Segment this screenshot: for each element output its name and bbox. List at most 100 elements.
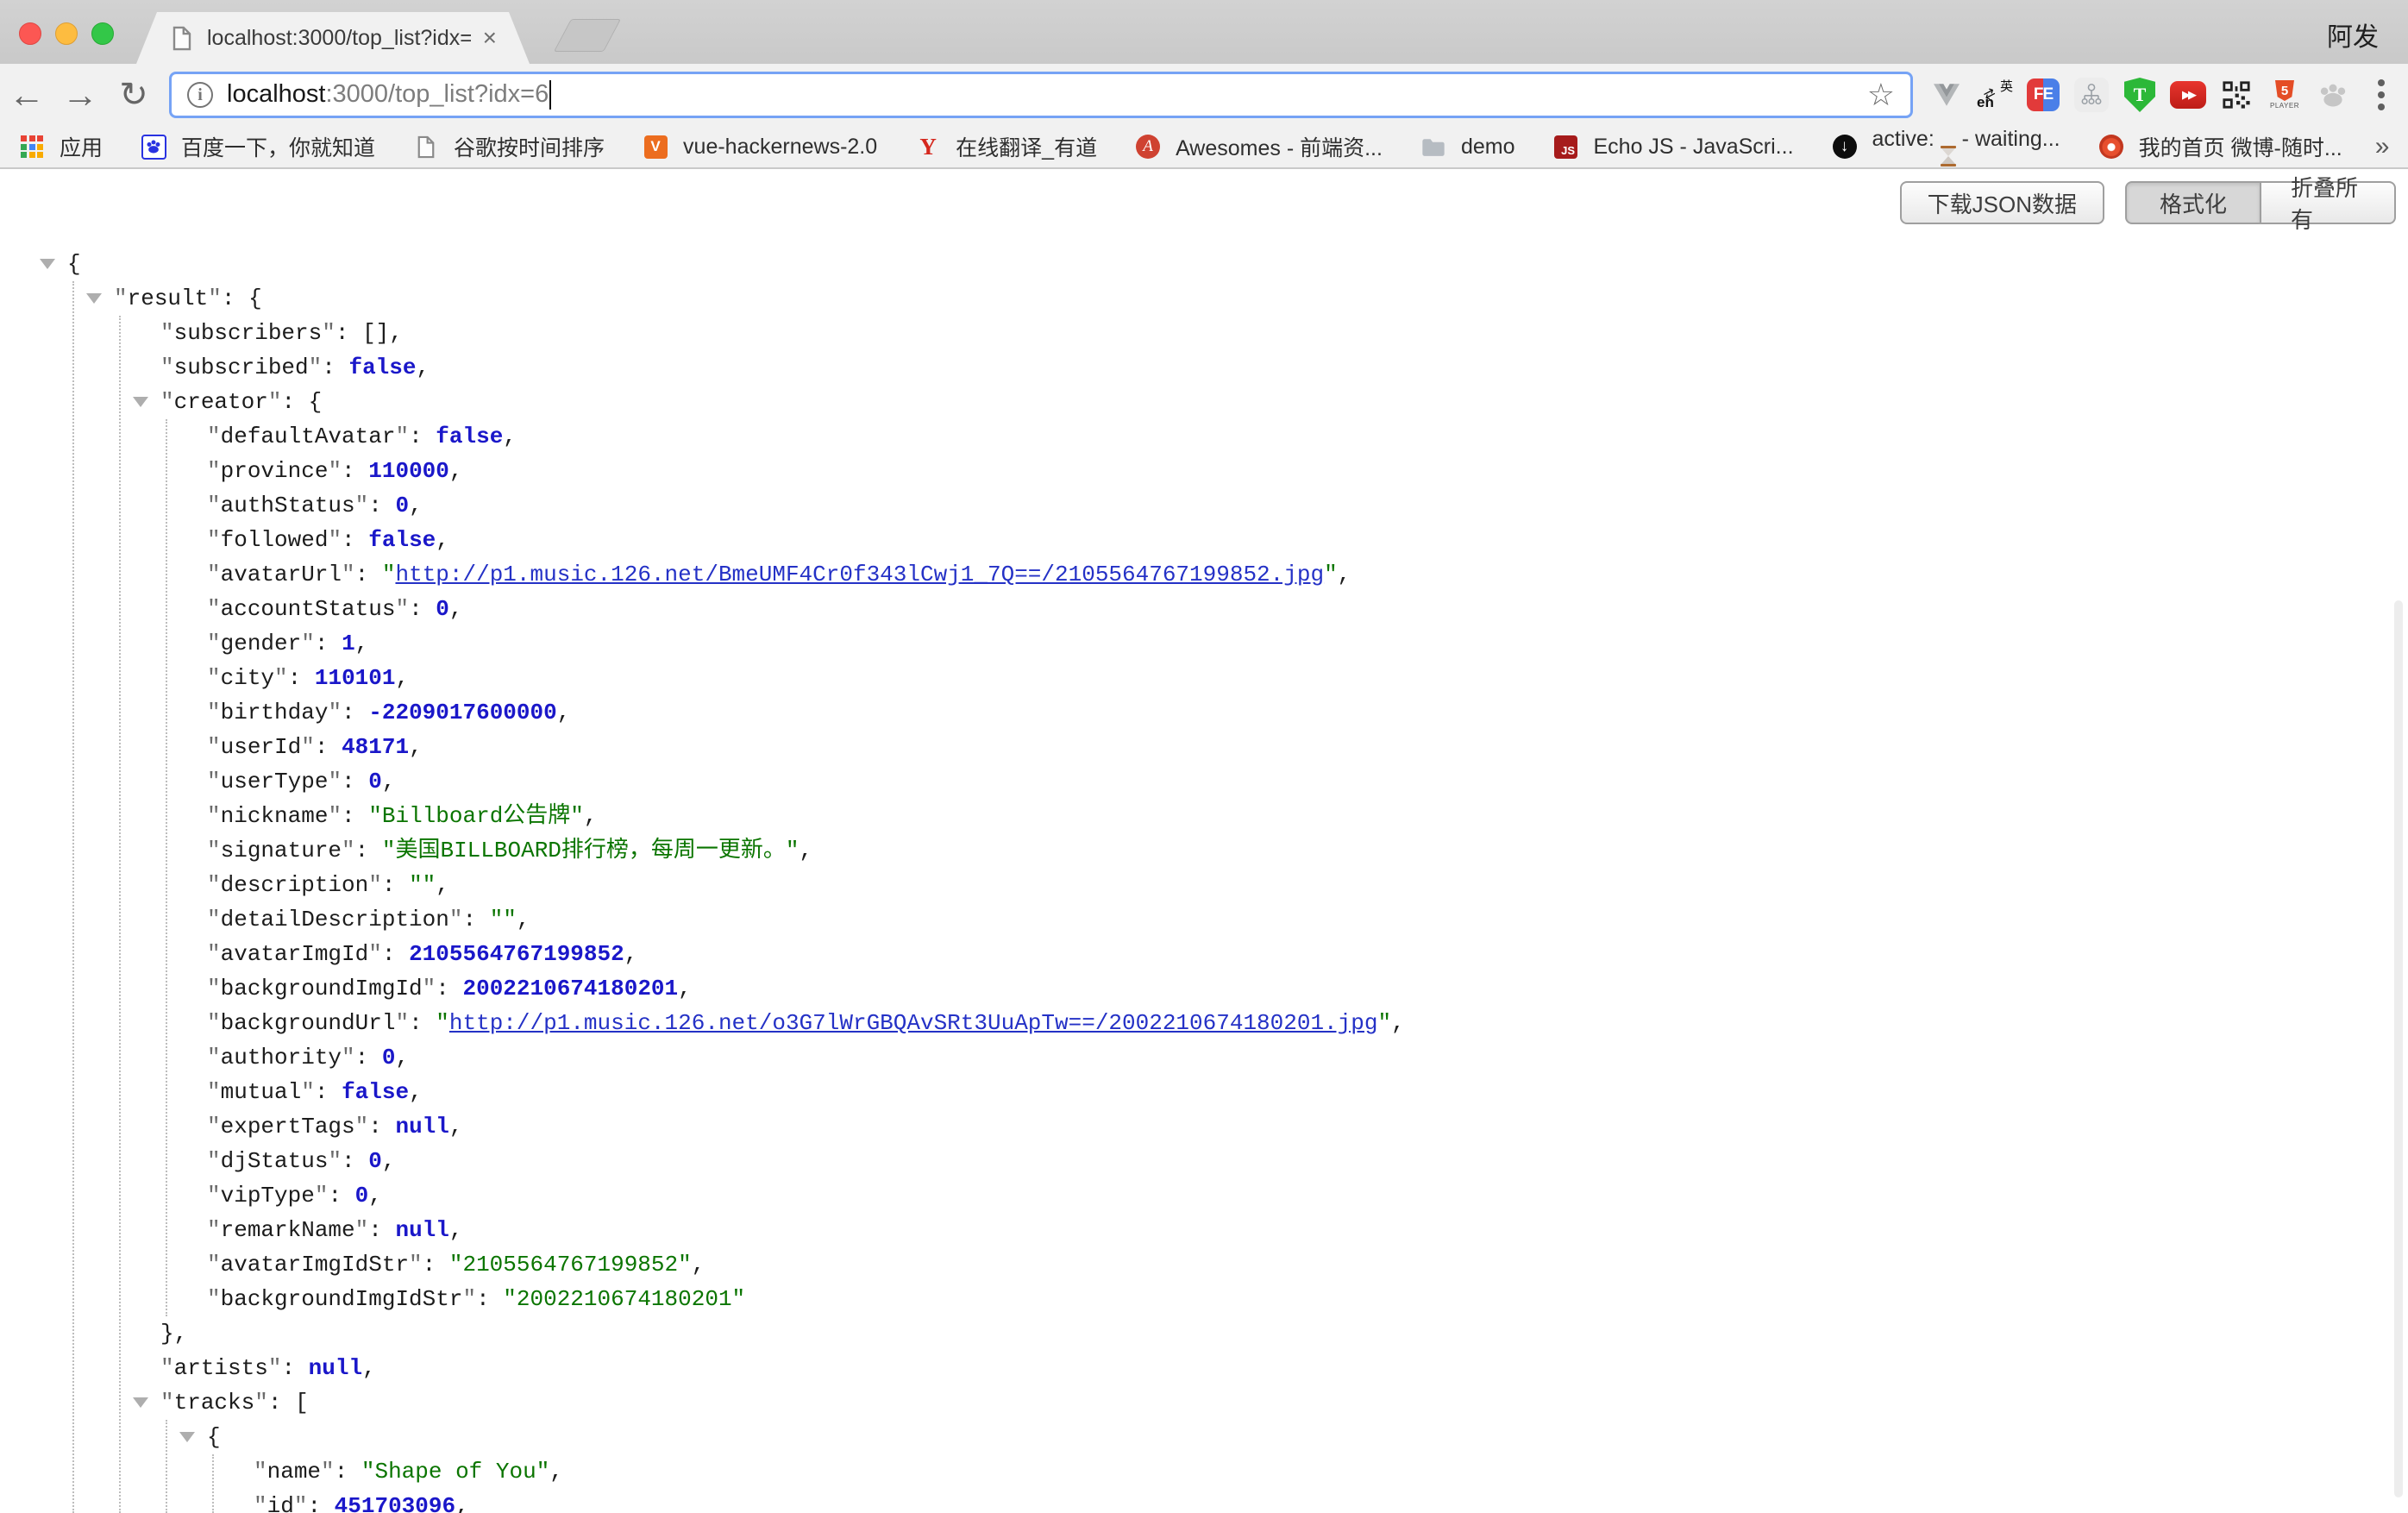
translate-icon[interactable]: en⇄英: [1977, 77, 2013, 113]
json-value: "Billboard公告牌": [368, 803, 584, 829]
bookmark-item[interactable]: Vvue-hackernews-2.0: [637, 129, 877, 165]
json-value: "美国BILLBOARD排行榜，每周一更新。": [382, 838, 800, 863]
menu-icon[interactable]: [2363, 77, 2399, 113]
json-line: "nickname": "Billboard公告牌",: [207, 799, 598, 833]
url-path: :3000/top_list?idx=6: [325, 80, 549, 108]
tab-strip: localhost:3000/top_list?idx=6 × 阿发: [0, 0, 2408, 64]
bookmark-label: 百度一下，你就知道: [181, 131, 375, 162]
json-key: remarkName: [221, 1217, 355, 1243]
bookmark-item[interactable]: JSEcho JS - JavaScri...: [1548, 129, 1794, 165]
collapse-toggle-icon[interactable]: [133, 397, 148, 407]
json-key: accountStatus: [221, 596, 396, 622]
json-line: "avatarImgIdStr": "2105564767199852",: [207, 1247, 705, 1282]
fastforward-icon[interactable]: ▶▶: [2170, 77, 2206, 113]
json-key: name: [267, 1459, 321, 1485]
tab-close-icon[interactable]: ×: [483, 26, 497, 50]
json-value: null: [309, 1355, 362, 1381]
json-key: city: [221, 665, 274, 691]
json-punctuation: {: [207, 1424, 221, 1450]
json-line: "userId": 48171,: [207, 730, 423, 764]
json-key: userType: [221, 769, 329, 794]
bookmark-item[interactable]: 我的首页 微博-随时...: [2093, 129, 2342, 165]
json-value: "2105564767199852": [449, 1252, 692, 1278]
bookmark-item[interactable]: Y在线翻译_有道: [910, 129, 1097, 165]
collapse-toggle-icon[interactable]: [133, 1397, 148, 1408]
minimize-window-button[interactable]: [55, 22, 78, 45]
collapse-toggle-icon[interactable]: [179, 1432, 195, 1442]
json-value: 0: [355, 1183, 369, 1209]
page-icon: [408, 129, 444, 165]
json-line: "followed": false,: [207, 523, 449, 557]
json-line: "backgroundImgIdStr": "2002210674180201": [207, 1282, 745, 1316]
json-key: userId: [221, 734, 302, 760]
json-line: {: [207, 1420, 221, 1454]
fe-icon[interactable]: FE: [2025, 77, 2061, 113]
json-value: 110000: [368, 458, 449, 484]
bookmark-item[interactable]: ↓active: - waiting...: [1827, 127, 2060, 166]
address-bar[interactable]: i localhost:3000/top_list?idx=6 ☆: [169, 72, 1913, 118]
site-info-icon[interactable]: i: [187, 82, 213, 108]
json-value: 2002210674180201: [462, 976, 678, 1001]
bookmark-item[interactable]: 应用: [14, 129, 103, 165]
json-punctuation: []: [362, 320, 389, 346]
qrcode-icon[interactable]: [2218, 77, 2254, 113]
fullscreen-window-button[interactable]: [91, 22, 114, 45]
bookmarks-overflow-icon[interactable]: »: [2375, 132, 2390, 161]
indent-guide: [72, 281, 74, 1513]
json-punctuation: [: [295, 1390, 309, 1416]
json-value: "2002210674180201": [503, 1286, 745, 1312]
indent-guide: [166, 419, 167, 1316]
close-window-button[interactable]: [19, 22, 41, 45]
json-key: vipType: [221, 1183, 315, 1209]
new-tab-button[interactable]: [554, 19, 621, 52]
bookmark-item[interactable]: demo: [1415, 129, 1515, 165]
refresh-icon[interactable]: ↻: [107, 78, 160, 112]
back-icon[interactable]: ←: [0, 77, 53, 113]
json-line: "province": 110000,: [207, 454, 463, 488]
json-link[interactable]: http://p1.music.126.net/o3G7lWrGBQAvSRt3…: [449, 1010, 1378, 1036]
json-value: false: [436, 424, 503, 449]
json-key: authority: [221, 1045, 342, 1070]
vue-devtools-icon[interactable]: [1928, 77, 1965, 113]
json-value: null: [395, 1114, 448, 1139]
json-key: id: [267, 1493, 294, 1513]
collapse-toggle-icon[interactable]: [86, 293, 102, 304]
json-value: 48171: [342, 734, 409, 760]
json-line: "djStatus": 0,: [207, 1144, 395, 1178]
bookmark-item[interactable]: AAwesomes - 前端资...: [1130, 129, 1383, 165]
json-punctuation: {: [309, 389, 323, 415]
json-key: description: [221, 872, 369, 898]
json-key: expertTags: [221, 1114, 355, 1139]
bookmark-item[interactable]: 谷歌按时间排序: [408, 129, 605, 165]
paw-icon[interactable]: [2315, 77, 2351, 113]
json-line: "name": "Shape of You",: [254, 1454, 563, 1489]
shield-t-icon[interactable]: T: [2122, 77, 2158, 113]
forward-icon[interactable]: →: [53, 77, 107, 113]
json-viewer-page: 下载JSON数据 格式化 折叠所有 {"result": {"subscribe…: [0, 169, 2408, 1513]
html5-player-icon[interactable]: 5PLAYER: [2267, 77, 2303, 113]
collapse-toggle-icon[interactable]: [40, 259, 55, 269]
json-line: "signature": "美国BILLBOARD排行榜，每周一更新。",: [207, 833, 812, 868]
json-key: birthday: [221, 700, 329, 725]
json-key: subscribers: [174, 320, 323, 346]
json-key: defaultAvatar: [221, 424, 396, 449]
bookmark-label: Awesomes - 前端资...: [1176, 131, 1383, 162]
bookmark-star-icon[interactable]: ☆: [1867, 79, 1895, 110]
bookmark-label: 谷歌按时间排序: [454, 131, 605, 162]
scrollbar-thumb[interactable]: [2394, 600, 2403, 1497]
json-line: "defaultAvatar": false,: [207, 419, 517, 454]
browser-tab[interactable]: localhost:3000/top_list?idx=6 ×: [136, 12, 530, 64]
json-key: followed: [221, 527, 329, 553]
json-link[interactable]: http://p1.music.126.net/BmeUMF4Cr0f343lC…: [395, 562, 1324, 587]
json-line: "authStatus": 0,: [207, 488, 423, 523]
json-key: nickname: [221, 803, 329, 829]
json-value: 0: [368, 769, 382, 794]
profile-name[interactable]: 阿发: [2327, 16, 2379, 53]
json-line: "description": "",: [207, 868, 449, 902]
json-punctuation: {: [67, 251, 81, 277]
sitemap-icon[interactable]: [2073, 77, 2110, 113]
bookmark-item[interactable]: 百度一下，你就知道: [135, 129, 375, 165]
bookmark-label: active: - waiting...: [1872, 127, 2060, 166]
json-line: "artists": null,: [160, 1351, 376, 1385]
bookmark-label: vue-hackernews-2.0: [683, 135, 877, 160]
